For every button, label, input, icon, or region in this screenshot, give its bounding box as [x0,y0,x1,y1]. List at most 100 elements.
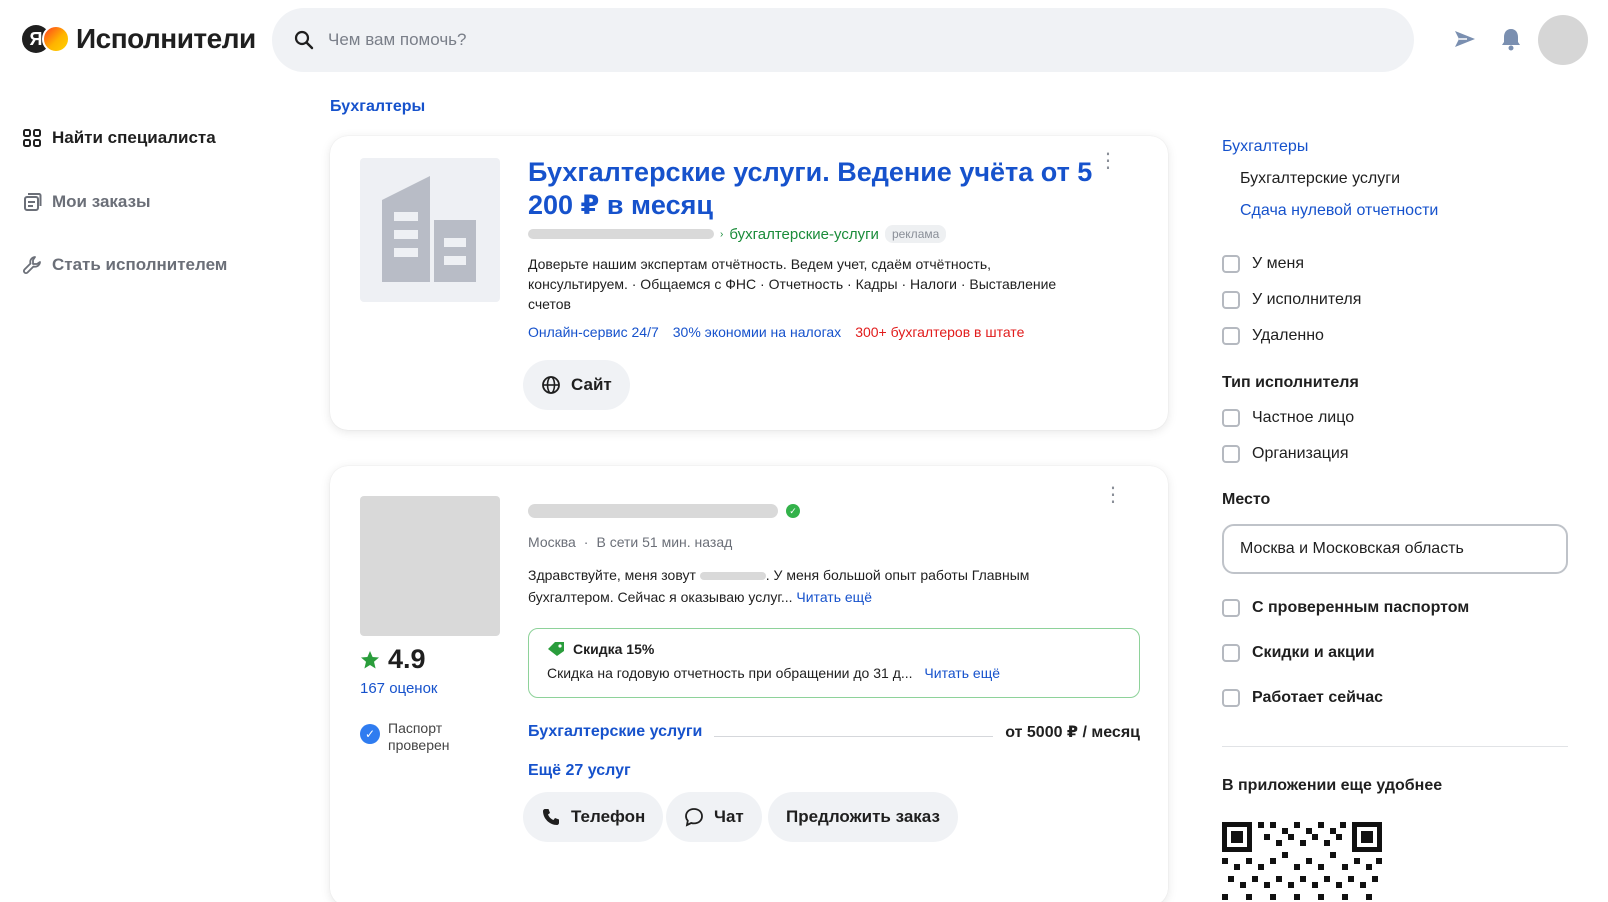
checkbox-label: Скидки и акции [1252,644,1375,661]
more-options-icon[interactable]: ⋮ [1098,151,1118,176]
promo-box[interactable]: Скидка 15% Скидка на годовую отчетность … [528,628,1140,698]
checkbox-box[interactable] [1222,689,1240,707]
checkbox-box[interactable] [1222,409,1240,427]
chat-button-label: Чат [714,807,744,826]
search-input[interactable] [328,30,1328,50]
checkbox-label: Работает сейчас [1252,689,1384,706]
filter-type-heading: Тип исполнителя [1222,374,1359,391]
chat-icon [685,808,703,827]
chevron-right-icon: › [720,228,724,240]
checkbox-label: Частное лицо [1252,409,1355,426]
checkbox-discounts[interactable]: Скидки и акции [1222,644,1375,662]
qr-code [1222,822,1382,902]
checkbox-box[interactable] [1222,599,1240,617]
checkbox-remote[interactable]: Удаленно [1222,327,1324,345]
checkbox-label: У исполнителя [1252,291,1362,308]
checkbox-organization[interactable]: Организация [1222,445,1349,463]
avatar[interactable] [1538,15,1588,65]
specialist-photo[interactable] [360,496,500,636]
ad-card[interactable]: Бухгалтерские услуги. Ведение учёта от 5… [330,136,1168,430]
nav-label: Стать исполнителем [52,255,228,274]
url-placeholder [528,229,714,239]
name-placeholder [528,504,778,518]
ad-badge: реклама [884,225,947,243]
checkbox-box[interactable] [1222,291,1240,309]
checkbox-label: С проверенным паспортом [1252,599,1470,616]
nav-my-orders[interactable]: Мои заказы [22,192,151,212]
checkbox-label: Организация [1252,445,1349,462]
logo[interactable]: Я Исполнители [22,22,256,56]
ad-thumbnail [360,158,500,302]
offer-order-button[interactable]: Предложить заказ [768,792,958,842]
specialist-bio: Здравствуйте, меня зовут . У меня большо… [528,564,1088,608]
orders-icon [24,193,42,211]
send-icon[interactable] [1452,26,1478,52]
offer-order-button-label: Предложить заказ [786,807,940,826]
online-status-icon: ✓ [786,504,800,518]
filter-subcategory-link[interactable]: Сдача нулевой отчетности [1240,202,1438,220]
sitelink-online[interactable]: Онлайн-сервис 24/7 [528,324,659,340]
more-options-icon[interactable]: ⋮ [1103,485,1123,510]
name-placeholder [699,572,766,581]
meta-separator: · [583,534,589,550]
logo-dot-mark [42,25,70,53]
ad-url[interactable]: › бухгалтерские-услуги реклама [528,225,947,243]
nav-label: Найти специалиста [52,128,216,147]
sitelink-staff[interactable]: 300+ бухгалтеров в штате [855,324,1024,340]
nav-find-specialist[interactable]: Найти специалиста [22,128,216,148]
sitelink-savings[interactable]: 30% экономии на налогах [673,324,841,340]
promo-text: Скидка на годовую отчетность при обращен… [547,665,913,681]
service-row[interactable]: Бухгалтерские услуги от 5000 ₽ / месяц [528,722,1140,742]
checkbox-label: У меня [1252,255,1305,272]
phone-button-label: Телефон [571,807,646,826]
site-button-label: Сайт [571,375,612,394]
filter-category[interactable]: Бухгалтеры [1222,138,1308,156]
specialist-meta: Москва · В сети 51 мин. назад [528,534,732,550]
ad-description: Доверьте нашим экспертам отчётность. Вед… [528,256,1057,312]
sidebar-divider [1222,746,1568,747]
passport-line-1: Паспорт [388,720,443,736]
checkbox-private-person[interactable]: Частное лицо [1222,409,1354,427]
checkbox-working-now[interactable]: Работает сейчас [1222,689,1383,707]
more-services-link[interactable]: Ещё 27 услуг [528,762,631,780]
bio-start: Здравствуйте, меня зовут [528,567,696,583]
bell-icon[interactable] [1498,26,1524,52]
specialist-name-row[interactable]: ✓ [528,504,800,518]
promo-read-more-link[interactable]: Читать ещё [924,665,1000,681]
rating-value: 4.9 [388,644,426,674]
breadcrumb[interactable]: Бухгалтеры [330,98,425,116]
filter-subcategory-current[interactable]: Бухгалтерские услуги [1240,170,1400,188]
checkbox-box[interactable] [1222,327,1240,345]
specialist-online: В сети 51 мин. назад [596,534,733,550]
nav-label: Мои заказы [52,192,151,211]
search-bar[interactable] [272,8,1414,72]
checkbox-box[interactable] [1222,644,1240,662]
filter-place-heading: Место [1222,491,1271,508]
ad-title[interactable]: Бухгалтерские услуги. Ведение учёта от 5… [528,156,1128,222]
checkbox-at-my-place[interactable]: У меня [1222,255,1304,273]
search-icon [294,30,314,50]
phone-icon [543,809,559,825]
checkbox-at-performer[interactable]: У исполнителя [1222,291,1361,309]
checkbox-verified-passport[interactable]: С проверенным паспортом [1222,599,1469,617]
grid-icon [23,129,41,147]
phone-button[interactable]: Телефон [523,792,664,842]
ad-url-text: бухгалтерские-услуги [729,225,879,243]
specialist-city: Москва [528,534,576,550]
globe-icon [542,376,560,394]
chat-button[interactable]: Чат [666,792,762,842]
checkbox-box[interactable] [1222,255,1240,273]
rating-count[interactable]: 167 оценок [360,680,438,697]
place-input[interactable] [1222,524,1568,574]
promo-title: Скидка 15% [573,641,655,657]
checkbox-box[interactable] [1222,445,1240,463]
checkbox-label: Удаленно [1252,327,1324,344]
service-name[interactable]: Бухгалтерские услуги [528,723,702,741]
star-icon [361,650,379,668]
read-more-link[interactable]: Читать ещё [796,589,872,605]
nav-become-performer[interactable]: Стать исполнителем [22,255,227,275]
rating: 4.9 [360,644,426,675]
site-button[interactable]: Сайт [523,360,630,410]
discount-tag-icon [548,642,564,656]
specialist-card[interactable]: 4.9 167 оценок ✓ Паспорт проверен ✓ ⋮ Мо… [330,466,1168,902]
